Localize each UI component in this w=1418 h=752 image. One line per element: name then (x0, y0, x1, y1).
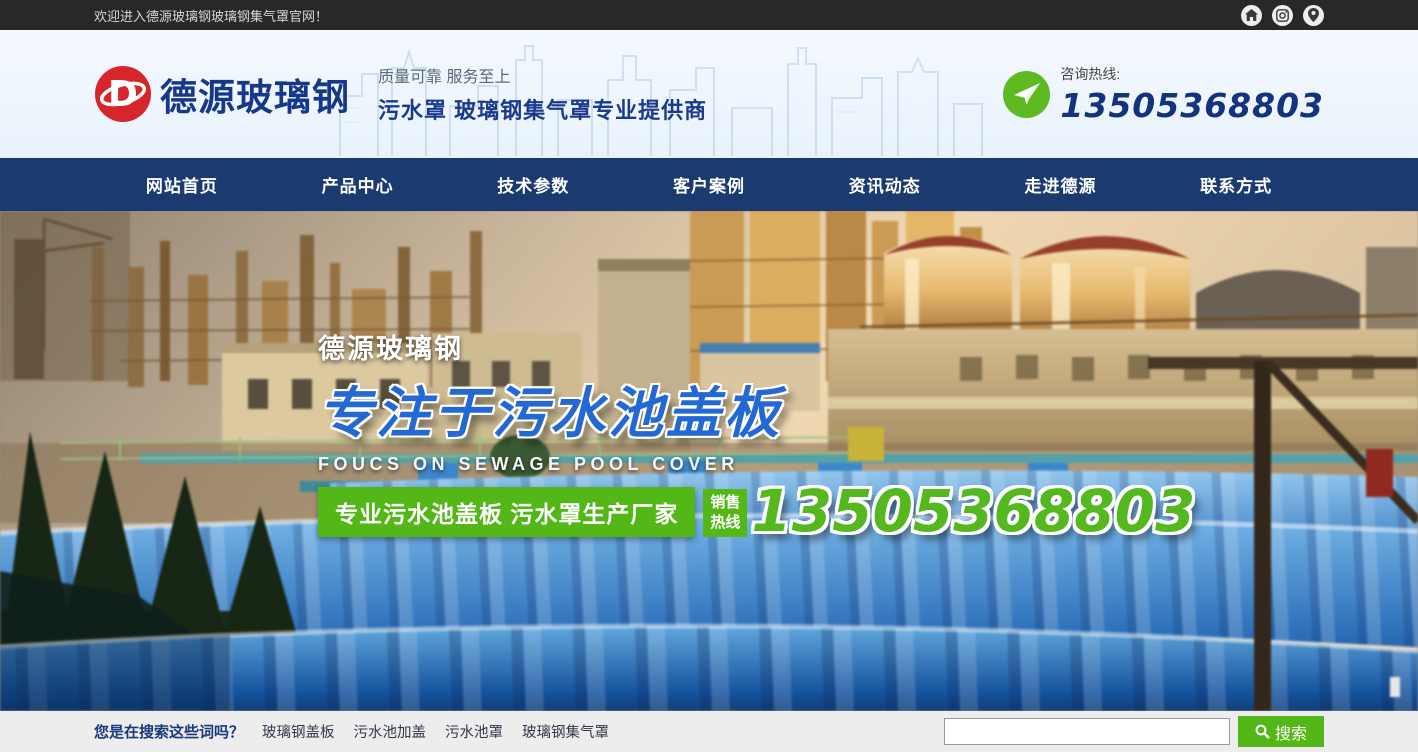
logo-text: 德源玻璃钢 (160, 67, 350, 121)
search-question: 您是在搜索这些词吗？ (94, 721, 244, 742)
nav-item-specs[interactable]: 技术参数 (445, 158, 621, 211)
nav-item-about[interactable]: 走进德源 (973, 158, 1149, 211)
nav-item-contact[interactable]: 联系方式 (1148, 158, 1324, 211)
keyword-link-4[interactable]: 玻璃钢集气罩 (522, 721, 609, 742)
keyword-link-1[interactable]: 玻璃钢盖板 (262, 721, 335, 742)
keyword-link-3[interactable]: 污水池罩 (445, 721, 503, 742)
location-icon[interactable] (1303, 5, 1324, 26)
keyword-link-2[interactable]: 污水池加盖 (354, 721, 427, 742)
home-icon[interactable] (1241, 5, 1262, 26)
hero-banner: 德源玻璃钢 专注于污水池盖板 FOUCS ON SEWAGE POOL COVE… (0, 211, 1418, 711)
camera-icon[interactable] (1272, 5, 1293, 26)
svg-text:D: D (108, 74, 138, 115)
site-search-input[interactable] (944, 718, 1230, 745)
tagline-small: 质量可靠 服务至上 (378, 63, 707, 87)
search-button[interactable]: 搜索 (1238, 716, 1324, 747)
hotline-label: 咨询热线: (1060, 64, 1324, 84)
search-button-label: 搜索 (1275, 720, 1307, 744)
search-box: 搜索 (944, 716, 1324, 747)
nav-item-products[interactable]: 产品中心 (270, 158, 446, 211)
magnifier-icon (1255, 724, 1270, 739)
search-strip: 您是在搜索这些词吗？ 玻璃钢盖板 污水池加盖 污水池罩 玻璃钢集气罩 搜索 (0, 711, 1418, 752)
search-keywords: 玻璃钢盖板 污水池加盖 污水池罩 玻璃钢集气罩 (262, 721, 609, 742)
hero-overlay: 德源玻璃钢 专注于污水池盖板 FOUCS ON SEWAGE POOL COVE… (318, 327, 1195, 537)
hotline-badge-line1: 销售 (710, 494, 740, 511)
paper-plane-icon (1003, 71, 1050, 118)
page: 欢迎进入德源玻璃钢玻璃钢集气罩官网！ (0, 0, 1418, 752)
hero-hotline-badge: 销售 热线 (703, 489, 747, 538)
hero-brand: 德源玻璃钢 (318, 327, 1195, 366)
topbar: 欢迎进入德源玻璃钢玻璃钢集气罩官网！ (0, 0, 1418, 30)
header-hotline: 咨询热线: 13505368803 (1003, 64, 1324, 125)
hero-green-banner: 专业污水池盖板 污水罩生产厂家 (318, 487, 695, 537)
header: D 德源玻璃钢 质量可靠 服务至上 污水罩 玻璃钢集气罩专业提供商 咨询热线: … (0, 30, 1418, 158)
hero-subtitle-en: FOUCS ON SEWAGE POOL COVER (318, 454, 1195, 475)
main-nav: 网站首页 产品中心 技术参数 客户案例 资讯动态 走进德源 联系方式 (0, 158, 1418, 211)
nav-item-cases[interactable]: 客户案例 (621, 158, 797, 211)
nav-item-news[interactable]: 资讯动态 (797, 158, 973, 211)
hotline-number: 13505368803 (1060, 86, 1324, 125)
hotline-badge-line2: 热线 (710, 514, 740, 531)
hero-title: 专注于污水池盖板 (318, 368, 1195, 448)
nav-item-home[interactable]: 网站首页 (94, 158, 270, 211)
taglines: 质量可靠 服务至上 污水罩 玻璃钢集气罩专业提供商 (378, 63, 707, 125)
hero-hotline-number: 13505368803 (751, 487, 1195, 537)
logo-mark: D (94, 65, 152, 123)
logo[interactable]: D 德源玻璃钢 (94, 65, 350, 123)
topbar-icons (1241, 5, 1324, 26)
tagline-main: 污水罩 玻璃钢集气罩专业提供商 (378, 93, 707, 125)
welcome-text: 欢迎进入德源玻璃钢玻璃钢集气罩官网！ (94, 6, 328, 25)
